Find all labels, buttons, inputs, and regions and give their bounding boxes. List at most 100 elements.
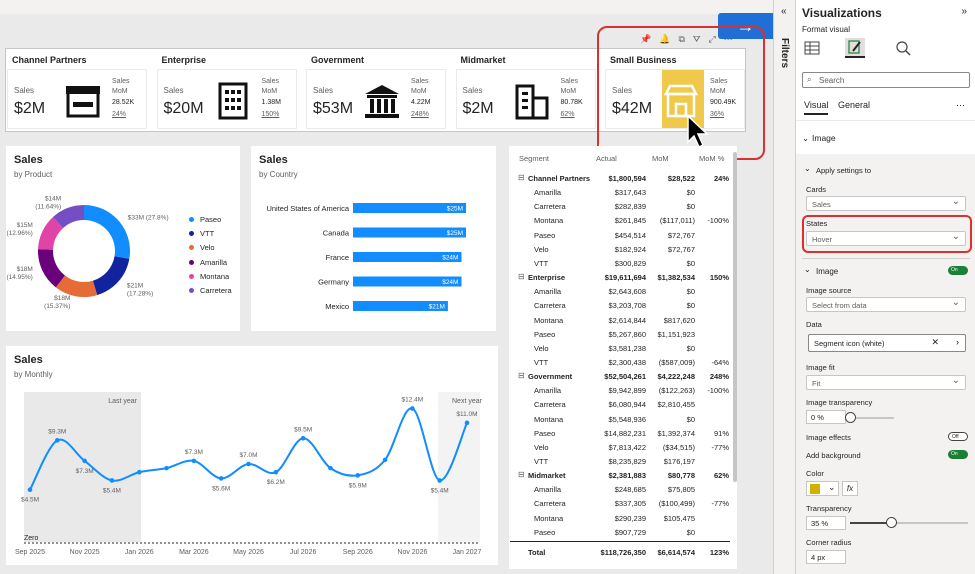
table-row[interactable]: Amarilla $9,942,899 ($122,263) -100%	[509, 384, 737, 398]
card-body[interactable]: Sales $2M Sales MoM 28.52K 24%	[7, 69, 147, 129]
line-point[interactable]	[437, 478, 442, 483]
header-segment[interactable]: Segment	[519, 154, 549, 163]
image-source-dropdown[interactable]: Select from data	[806, 297, 966, 312]
expand-chevron-icon[interactable]: »	[961, 6, 967, 17]
card-enterprise[interactable]: Enterprise Sales $20M Sales MoM 1.38M 150%	[156, 49, 303, 131]
slider-thumb[interactable]	[845, 412, 856, 423]
image-fit-dropdown[interactable]: Fit	[806, 375, 966, 390]
color-picker[interactable]: ⌄	[806, 481, 839, 496]
transparency-input[interactable]: 35 %	[806, 516, 846, 530]
cards-dropdown[interactable]: Sales	[806, 196, 966, 211]
bar-chart[interactable]: United States of America $25M Canada $25M Fr…	[251, 146, 496, 331]
format-visual-tab[interactable]	[845, 38, 865, 58]
table-row[interactable]: Paseo $5,267,860 $1,151,923	[509, 328, 737, 342]
legend-item[interactable]: Carretera	[189, 283, 232, 297]
table-row[interactable]: Montana $5,548,936 $0	[509, 413, 737, 427]
data-field-well[interactable]: Segment icon (white) ✕ ›	[808, 334, 966, 352]
transparency-slider[interactable]	[850, 517, 968, 528]
table-row[interactable]: VTT $300,829 $0	[509, 257, 737, 271]
table-total-row[interactable]: Total $118,726,350 $6,614,574 123%	[509, 546, 737, 560]
table-row[interactable]: Paseo $14,882,231 $1,392,374 91%	[509, 427, 737, 441]
corner-radius-input[interactable]: 4 px	[806, 550, 846, 564]
header-actual[interactable]: Actual	[596, 154, 617, 163]
line-point[interactable]	[136, 469, 142, 475]
segment-matrix-table[interactable]: Segment Actual MoM MoM % ⊟ Channel Partne…	[509, 146, 737, 569]
legend-item[interactable]: Velo	[189, 241, 232, 255]
table-row[interactable]: Amarilla $248,685 $75,805	[509, 483, 737, 497]
filters-label[interactable]: Filters	[779, 38, 790, 68]
donut-slice-vtt[interactable]	[92, 256, 130, 296]
analytics-tab[interactable]	[893, 38, 913, 58]
sales-by-product-panel[interactable]: Sales by Product $33M (27.8%) $21M (17.28%…	[6, 146, 240, 331]
expand-collapse-icon[interactable]: ⊟	[518, 272, 525, 281]
line-chart[interactable]: Last year Next year Zero $4.5M $9.3M $7.3M $5.…	[6, 346, 498, 565]
table-group-row[interactable]: ⊟ Channel Partners $1,800,594 $28,522 24%	[509, 172, 737, 186]
expand-collapse-icon[interactable]: ⊟	[518, 173, 525, 182]
card-body[interactable]: Sales $20M Sales MoM 1.38M 150%	[156, 69, 297, 129]
table-row[interactable]: Montana $290,239 $105,475	[509, 512, 737, 526]
image-effects-toggle[interactable]: Off	[948, 432, 968, 441]
line-point[interactable]	[82, 458, 87, 464]
expand-collapse-icon[interactable]: ⊟	[518, 470, 525, 479]
table-row[interactable]: Paseo $454,514 $72,767	[509, 229, 737, 243]
build-visual-tab[interactable]	[802, 38, 822, 58]
image-transparency-slider[interactable]	[845, 412, 894, 423]
filters-rail[interactable]: « Filters	[773, 0, 795, 574]
fx-button[interactable]: fx	[842, 481, 858, 496]
sales-by-country-panel[interactable]: Sales by Country United States of Americ…	[251, 146, 496, 331]
line-point[interactable]	[300, 435, 306, 441]
table-group-row[interactable]: ⊟ Government $52,504,261 $4,222,248 248%	[509, 370, 737, 384]
donut-slice-paseo[interactable]	[84, 205, 130, 259]
table-row[interactable]: Carretera $3,203,708 $0	[509, 299, 737, 313]
card-body[interactable]: Sales $53M Sales MoM 4.22M 248%	[306, 69, 446, 129]
line-point[interactable]	[328, 465, 333, 471]
header-mom-pct[interactable]: MoM %	[699, 154, 724, 163]
line-point[interactable]	[27, 487, 33, 493]
line-point[interactable]	[382, 457, 388, 463]
card-government[interactable]: Government Sales $53M Sales MoM 4.22M 248%	[306, 49, 452, 131]
table-row[interactable]: Paseo $907,729 $0	[509, 526, 737, 540]
line-point[interactable]	[218, 476, 224, 481]
slider-thumb[interactable]	[886, 517, 898, 528]
search-input[interactable]: ⌕ Search	[802, 72, 970, 88]
add-background-toggle[interactable]: On	[948, 450, 968, 459]
table-row[interactable]: Montana $261,845 ($117,011) -100%	[509, 214, 737, 228]
table-row[interactable]: VTT $2,300,438 ($587,009) -64%	[509, 356, 737, 370]
table-row[interactable]: Velo $7,813,422 ($34,515) -77%	[509, 441, 737, 455]
line-point[interactable]	[109, 478, 115, 483]
line-point[interactable]	[410, 406, 415, 411]
card-midmarket[interactable]: Midmarket Sales $2M Sales MoM 80.78K 62%	[455, 49, 602, 131]
legend-item[interactable]: Montana	[189, 269, 232, 283]
table-scrollbar[interactable]	[733, 152, 737, 482]
expand-collapse-icon[interactable]: ⊟	[518, 371, 525, 380]
line-point[interactable]	[55, 438, 60, 443]
line-point[interactable]	[273, 469, 279, 475]
line-point[interactable]	[164, 465, 169, 471]
line-point[interactable]	[355, 473, 361, 478]
table-row[interactable]: Carretera $6,080,944 $2,810,455	[509, 398, 737, 412]
table-row[interactable]: VTT $8,235,829 $176,197	[509, 455, 737, 469]
line-point[interactable]	[464, 420, 470, 426]
legend-item[interactable]: Paseo	[189, 212, 232, 226]
line-point[interactable]	[191, 458, 197, 464]
collapse-chevron-icon[interactable]: «	[781, 6, 787, 17]
tab-visual[interactable]: Visual	[804, 100, 829, 115]
header-mom[interactable]: MoM	[652, 154, 669, 163]
image-transparency-input[interactable]: 0 %	[806, 410, 846, 424]
card-channel-partners[interactable]: Channel Partners Sales $2M Sales MoM 28.52K 2…	[7, 49, 153, 131]
card-body[interactable]: Sales $2M Sales MoM 80.78K 62%	[455, 69, 596, 129]
legend-item[interactable]: Amarilla	[189, 255, 232, 269]
image-toggle[interactable]: On	[948, 266, 968, 275]
table-row[interactable]: Carretera $282,839 $0	[509, 200, 737, 214]
tab-general[interactable]: General	[838, 100, 870, 110]
legend-item[interactable]: VTT	[189, 226, 232, 240]
more-options-icon[interactable]: ⋯	[956, 100, 965, 111]
chevron-right-icon[interactable]: ›	[956, 337, 959, 347]
table-row[interactable]: Amarilla $317,643 $0	[509, 186, 737, 200]
table-row[interactable]: Montana $2,614,844 $817,620	[509, 314, 737, 328]
sales-by-monthly-panel[interactable]: Sales by Monthly Last year Next year Zero $…	[6, 346, 498, 565]
table-row[interactable]: Amarilla $2,643,608 $0	[509, 285, 737, 299]
table-row[interactable]: Velo $182,924 $72,767	[509, 243, 737, 257]
table-row[interactable]: Carretera $337,305 ($100,499) -77%	[509, 497, 737, 511]
line-point[interactable]	[246, 461, 251, 467]
